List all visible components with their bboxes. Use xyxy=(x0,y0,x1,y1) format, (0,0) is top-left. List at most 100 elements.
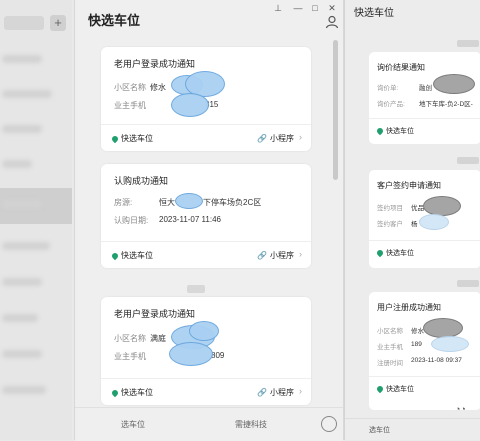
chat-list-item[interactable] xyxy=(0,340,72,370)
chevron-right-icon: › xyxy=(299,386,302,396)
redaction-cloud xyxy=(169,342,213,366)
chat-list-item[interactable] xyxy=(0,304,72,334)
location-pin-icon xyxy=(375,126,385,136)
account-menu-bar: 选车位 xyxy=(345,418,480,441)
mini-program-link[interactable]: 🔗 小程序 xyxy=(257,250,294,261)
chat-list-item[interactable] xyxy=(0,268,72,298)
location-pin-icon xyxy=(375,384,385,394)
message-card[interactable]: 用户注册成功通知 小区名称 修水 业主手机 189 注册时间 2023-11-0… xyxy=(369,292,480,410)
field-label: 签约项目 xyxy=(377,205,403,212)
chat-list-item[interactable] xyxy=(0,376,72,406)
field-value: 189 xyxy=(411,341,422,348)
location-pin-icon xyxy=(110,251,120,261)
field-label: 询价单: xyxy=(377,85,399,92)
chevron-right-icon: › xyxy=(299,249,302,259)
field-label: 业主手机 xyxy=(377,344,403,351)
field-label: 小区名称 xyxy=(114,83,146,92)
chat-list-item[interactable] xyxy=(0,80,72,110)
panel-title: 快选车位 xyxy=(354,8,394,19)
card-title: 老用户登录成功通知 xyxy=(114,59,196,69)
chat-list-item[interactable] xyxy=(0,150,72,180)
field-value: 修水 xyxy=(150,83,166,92)
secondary-panel: 快选车位 询价结果通知 询价单: 融创 询价产品: 地下车库-负2-D区- 快选… xyxy=(344,0,480,440)
redaction-cloud xyxy=(171,93,209,117)
message-card[interactable]: 老用户登录成功通知 小区名称 修水 业主手机 315 快选车位 🔗 小程序 › xyxy=(101,47,311,151)
redaction-cloud xyxy=(423,196,461,216)
timestamp xyxy=(457,157,479,164)
close-icon[interactable]: ✕ xyxy=(326,3,338,14)
pin-icon[interactable]: ⊥ xyxy=(272,3,284,14)
minimize-icon[interactable]: — xyxy=(292,3,304,13)
mini-program-link[interactable]: 🔗 小程序 xyxy=(257,387,294,398)
field-label: 认购日期: xyxy=(114,216,149,225)
menu-switch-icon[interactable] xyxy=(321,416,337,432)
card-title: 认购成功通知 xyxy=(114,176,169,186)
field-label: 小区名称 xyxy=(114,334,146,343)
field-value: 地下车库-负2-D区- xyxy=(419,101,473,108)
wechat-watermark-icon: ◔◔ xyxy=(455,404,466,414)
card-source: 快选车位 xyxy=(375,248,414,258)
field-label: 签约客户 xyxy=(377,221,403,228)
card-source: 快选车位 xyxy=(375,384,414,394)
chat-search-input[interactable] xyxy=(4,16,44,30)
panel-title: 快选车位 xyxy=(88,13,141,28)
card-title: 老用户登录成功通知 xyxy=(114,309,196,319)
profile-icon[interactable] xyxy=(325,15,339,29)
panel-titlebar: 快选车位 ⊥ — □ ✕ xyxy=(75,0,343,38)
field-label: 房源: xyxy=(114,198,133,207)
card-source: 快选车位 xyxy=(110,250,153,261)
field-value: 2023-11-07 11:46 xyxy=(159,215,221,224)
location-pin-icon xyxy=(375,248,385,258)
chat-list-item[interactable] xyxy=(0,232,72,262)
timestamp xyxy=(457,280,479,287)
field-value: 杨 xyxy=(411,221,418,228)
link-icon: 🔗 xyxy=(257,388,267,397)
maximize-icon[interactable]: □ xyxy=(309,3,321,13)
message-card[interactable]: 客户签约申请通知 签约项目 优品 签约客户 杨 快选车位 xyxy=(369,170,480,268)
menu-item-select-space[interactable]: 选车位 xyxy=(369,425,390,435)
card-title: 询价结果通知 xyxy=(377,63,425,72)
chat-list-item-selected[interactable] xyxy=(0,188,72,224)
field-label: 询价产品: xyxy=(377,101,405,108)
field-value: 下停车场负2C区 xyxy=(203,198,262,207)
menu-item-company[interactable]: 需捷科技 xyxy=(235,419,267,430)
message-card[interactable]: 询价结果通知 询价单: 融创 询价产品: 地下车库-负2-D区- 快选车位 xyxy=(369,52,480,144)
link-icon: 🔗 xyxy=(257,134,267,143)
link-icon: 🔗 xyxy=(257,251,267,260)
location-pin-icon xyxy=(110,388,120,398)
field-value: 满庭 xyxy=(150,334,166,343)
official-account-panel: 快选车位 ⊥ — □ ✕ 老用户登录成功通知 小区名称 修水 业主手机 315 … xyxy=(74,0,344,441)
card-title: 用户注册成功通知 xyxy=(377,303,441,312)
field-value: 优品 xyxy=(411,205,424,212)
field-value: 809 xyxy=(211,351,225,360)
timestamp xyxy=(187,285,205,293)
redaction-cloud xyxy=(419,214,449,230)
card-source: 快选车位 xyxy=(110,133,153,144)
message-card[interactable]: 认购成功通知 房源: 恒大 下停车场负2C区 认购日期: 2023-11-07 … xyxy=(101,164,311,268)
redaction-cloud xyxy=(431,336,469,352)
account-menu-bar: 选车位 需捷科技 xyxy=(75,407,343,441)
mini-program-link[interactable]: 🔗 小程序 xyxy=(257,133,294,144)
timestamp xyxy=(457,40,479,47)
scrollbar[interactable] xyxy=(333,40,338,180)
add-chat-button[interactable]: + xyxy=(50,15,66,31)
redaction-cloud xyxy=(423,318,463,338)
field-label: 小区名称 xyxy=(377,328,403,335)
message-card[interactable]: 老用户登录成功通知 小区名称 满庭 业主手机 809 快选车位 🔗 小程序 › xyxy=(101,297,311,405)
card-source: 快选车位 xyxy=(110,387,153,398)
redaction-cloud xyxy=(433,74,475,94)
field-value: 恒大 xyxy=(159,198,175,207)
card-title: 客户签约申请通知 xyxy=(377,181,441,190)
field-value: 2023-11-08 09:37 xyxy=(411,357,462,364)
card-source: 快选车位 xyxy=(375,126,414,136)
field-value: 融创 xyxy=(419,85,432,92)
chat-list-item[interactable] xyxy=(0,45,72,75)
redaction-cloud xyxy=(189,321,219,341)
chat-list-item[interactable] xyxy=(0,115,72,145)
chat-list-pane: + xyxy=(0,0,72,440)
location-pin-icon xyxy=(110,134,120,144)
chevron-right-icon: › xyxy=(299,132,302,142)
redaction-cloud xyxy=(175,193,203,209)
menu-item-select-space[interactable]: 选车位 xyxy=(121,419,145,430)
field-label: 注册时间 xyxy=(377,360,403,367)
